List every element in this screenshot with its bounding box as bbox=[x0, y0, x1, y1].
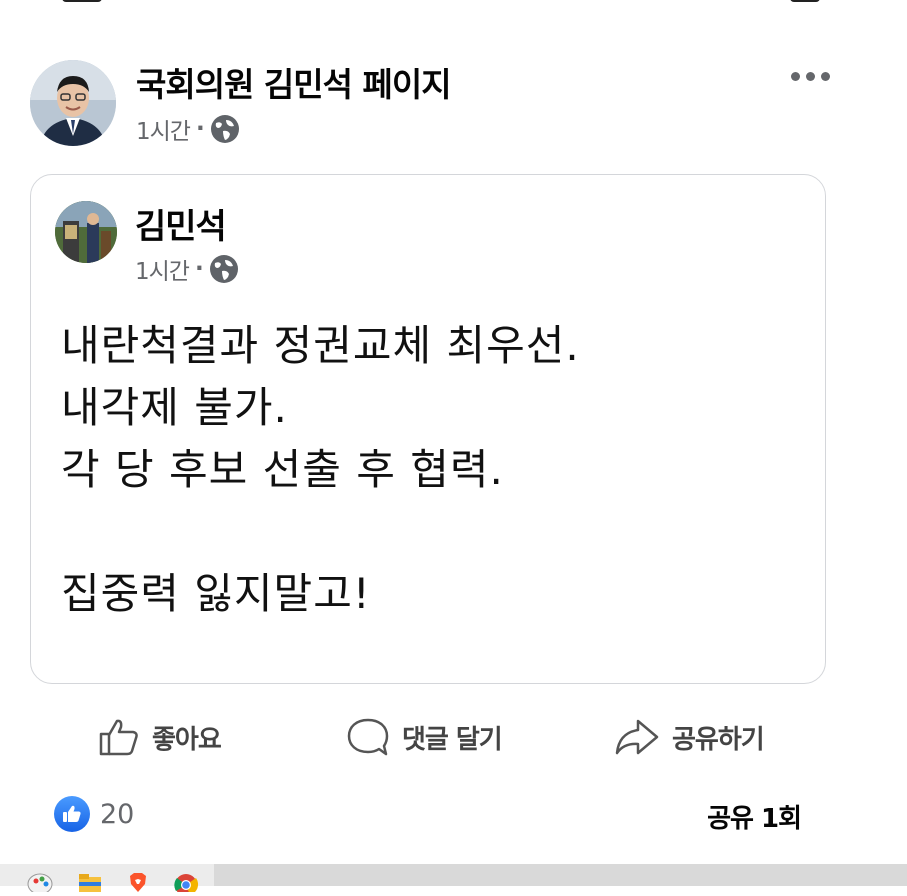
chrome-icon[interactable] bbox=[172, 870, 200, 896]
shared-author-avatar[interactable] bbox=[55, 201, 117, 263]
reaction-summary[interactable]: 20 bbox=[54, 796, 134, 832]
post-line: 내란척결과 정권교체 최우선. bbox=[61, 321, 580, 370]
share-label: 공유하기 bbox=[672, 724, 765, 755]
meta-separator: · bbox=[194, 256, 204, 282]
like-button[interactable]: 좋아요 bbox=[98, 712, 222, 762]
like-label: 좋아요 bbox=[152, 724, 222, 755]
shared-post-card[interactable]: 김민석 1시간 · 내란척결과 정권교체 최우선. 내각제 불가. 각 당 후보… bbox=[30, 174, 826, 684]
post-line: 집중력 잃지말고! bbox=[61, 569, 371, 618]
profile-photo-icon bbox=[55, 201, 117, 263]
taskbar bbox=[0, 864, 907, 896]
reaction-count: 20 bbox=[100, 798, 135, 830]
share-count[interactable]: 공유 1회 bbox=[707, 798, 802, 835]
file-explorer-icon[interactable] bbox=[76, 870, 104, 892]
globe-icon bbox=[210, 114, 240, 144]
share-button[interactable]: 공유하기 bbox=[614, 712, 765, 762]
previous-content-edge bbox=[0, 0, 907, 10]
comment-button[interactable]: 댓글 달기 bbox=[346, 712, 503, 762]
comment-bubble-icon bbox=[347, 718, 389, 756]
meta-separator: · bbox=[195, 116, 205, 142]
dot bbox=[805, 71, 815, 81]
shared-post-meta: 1시간 · bbox=[135, 252, 239, 286]
post-time[interactable]: 1시간 bbox=[136, 112, 191, 146]
brave-browser-icon[interactable] bbox=[124, 870, 152, 892]
share-arrow-icon bbox=[615, 719, 659, 755]
post-meta: 1시간 · bbox=[136, 112, 240, 146]
paint-icon[interactable] bbox=[26, 870, 54, 895]
more-options-button[interactable] bbox=[788, 66, 832, 86]
profile-photo-icon bbox=[30, 60, 116, 146]
page-avatar[interactable] bbox=[30, 60, 116, 146]
thumbs-up-icon bbox=[99, 719, 138, 756]
page-name[interactable]: 국회의원 김민석 페이지 bbox=[136, 58, 452, 106]
post-line: 각 당 후보 선출 후 협력. bbox=[61, 445, 504, 494]
shared-post-time[interactable]: 1시간 bbox=[135, 252, 190, 286]
post-line: 내각제 불가. bbox=[61, 383, 288, 432]
dot bbox=[820, 71, 830, 81]
globe-icon bbox=[209, 254, 239, 284]
shared-author-name[interactable]: 김민석 bbox=[135, 199, 227, 248]
comment-label: 댓글 달기 bbox=[402, 724, 503, 755]
dot bbox=[790, 71, 800, 81]
shared-post-text: 내란척결과 정권교체 최우선. 내각제 불가. 각 당 후보 선출 후 협력. … bbox=[61, 315, 801, 625]
post-line bbox=[61, 501, 801, 563]
like-reaction-icon bbox=[54, 796, 90, 832]
